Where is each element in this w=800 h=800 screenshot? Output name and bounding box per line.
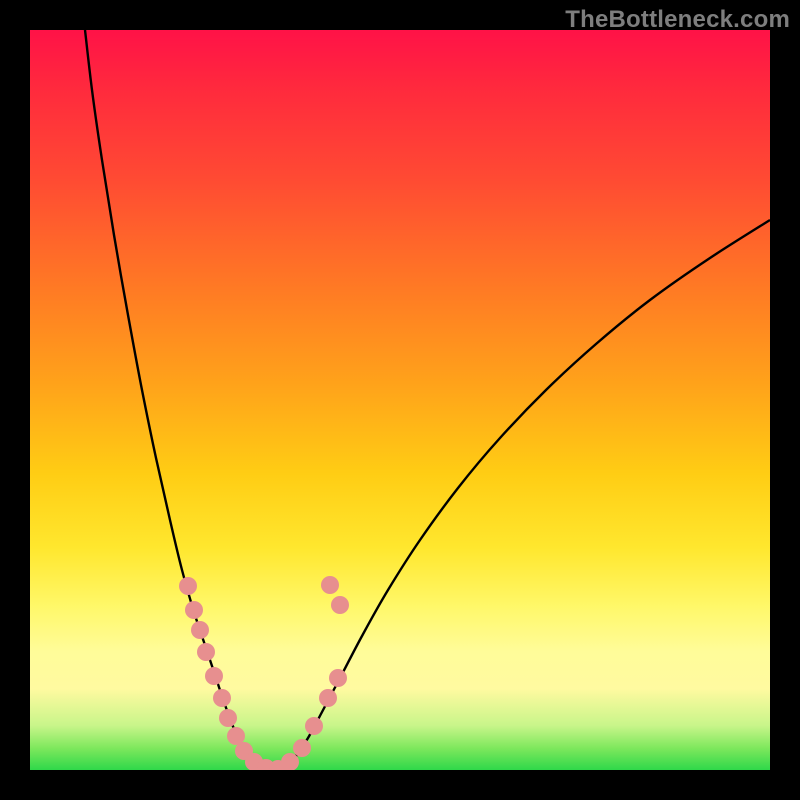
bottleneck-curve <box>85 30 770 769</box>
sample-dot <box>321 576 339 594</box>
sample-dot <box>197 643 215 661</box>
sample-dot <box>185 601 203 619</box>
sample-dot <box>293 739 311 757</box>
sample-dot <box>179 577 197 595</box>
sample-dot <box>305 717 323 735</box>
dot-group <box>179 576 349 770</box>
sample-dot <box>331 596 349 614</box>
sample-dot <box>319 689 337 707</box>
frame: TheBottleneck.com <box>0 0 800 800</box>
plot-area <box>30 30 770 770</box>
sample-dot <box>205 667 223 685</box>
chart-svg <box>30 30 770 770</box>
sample-dot <box>191 621 209 639</box>
sample-dot <box>219 709 237 727</box>
sample-dot <box>329 669 347 687</box>
sample-dot <box>213 689 231 707</box>
watermark-text: TheBottleneck.com <box>565 6 790 34</box>
